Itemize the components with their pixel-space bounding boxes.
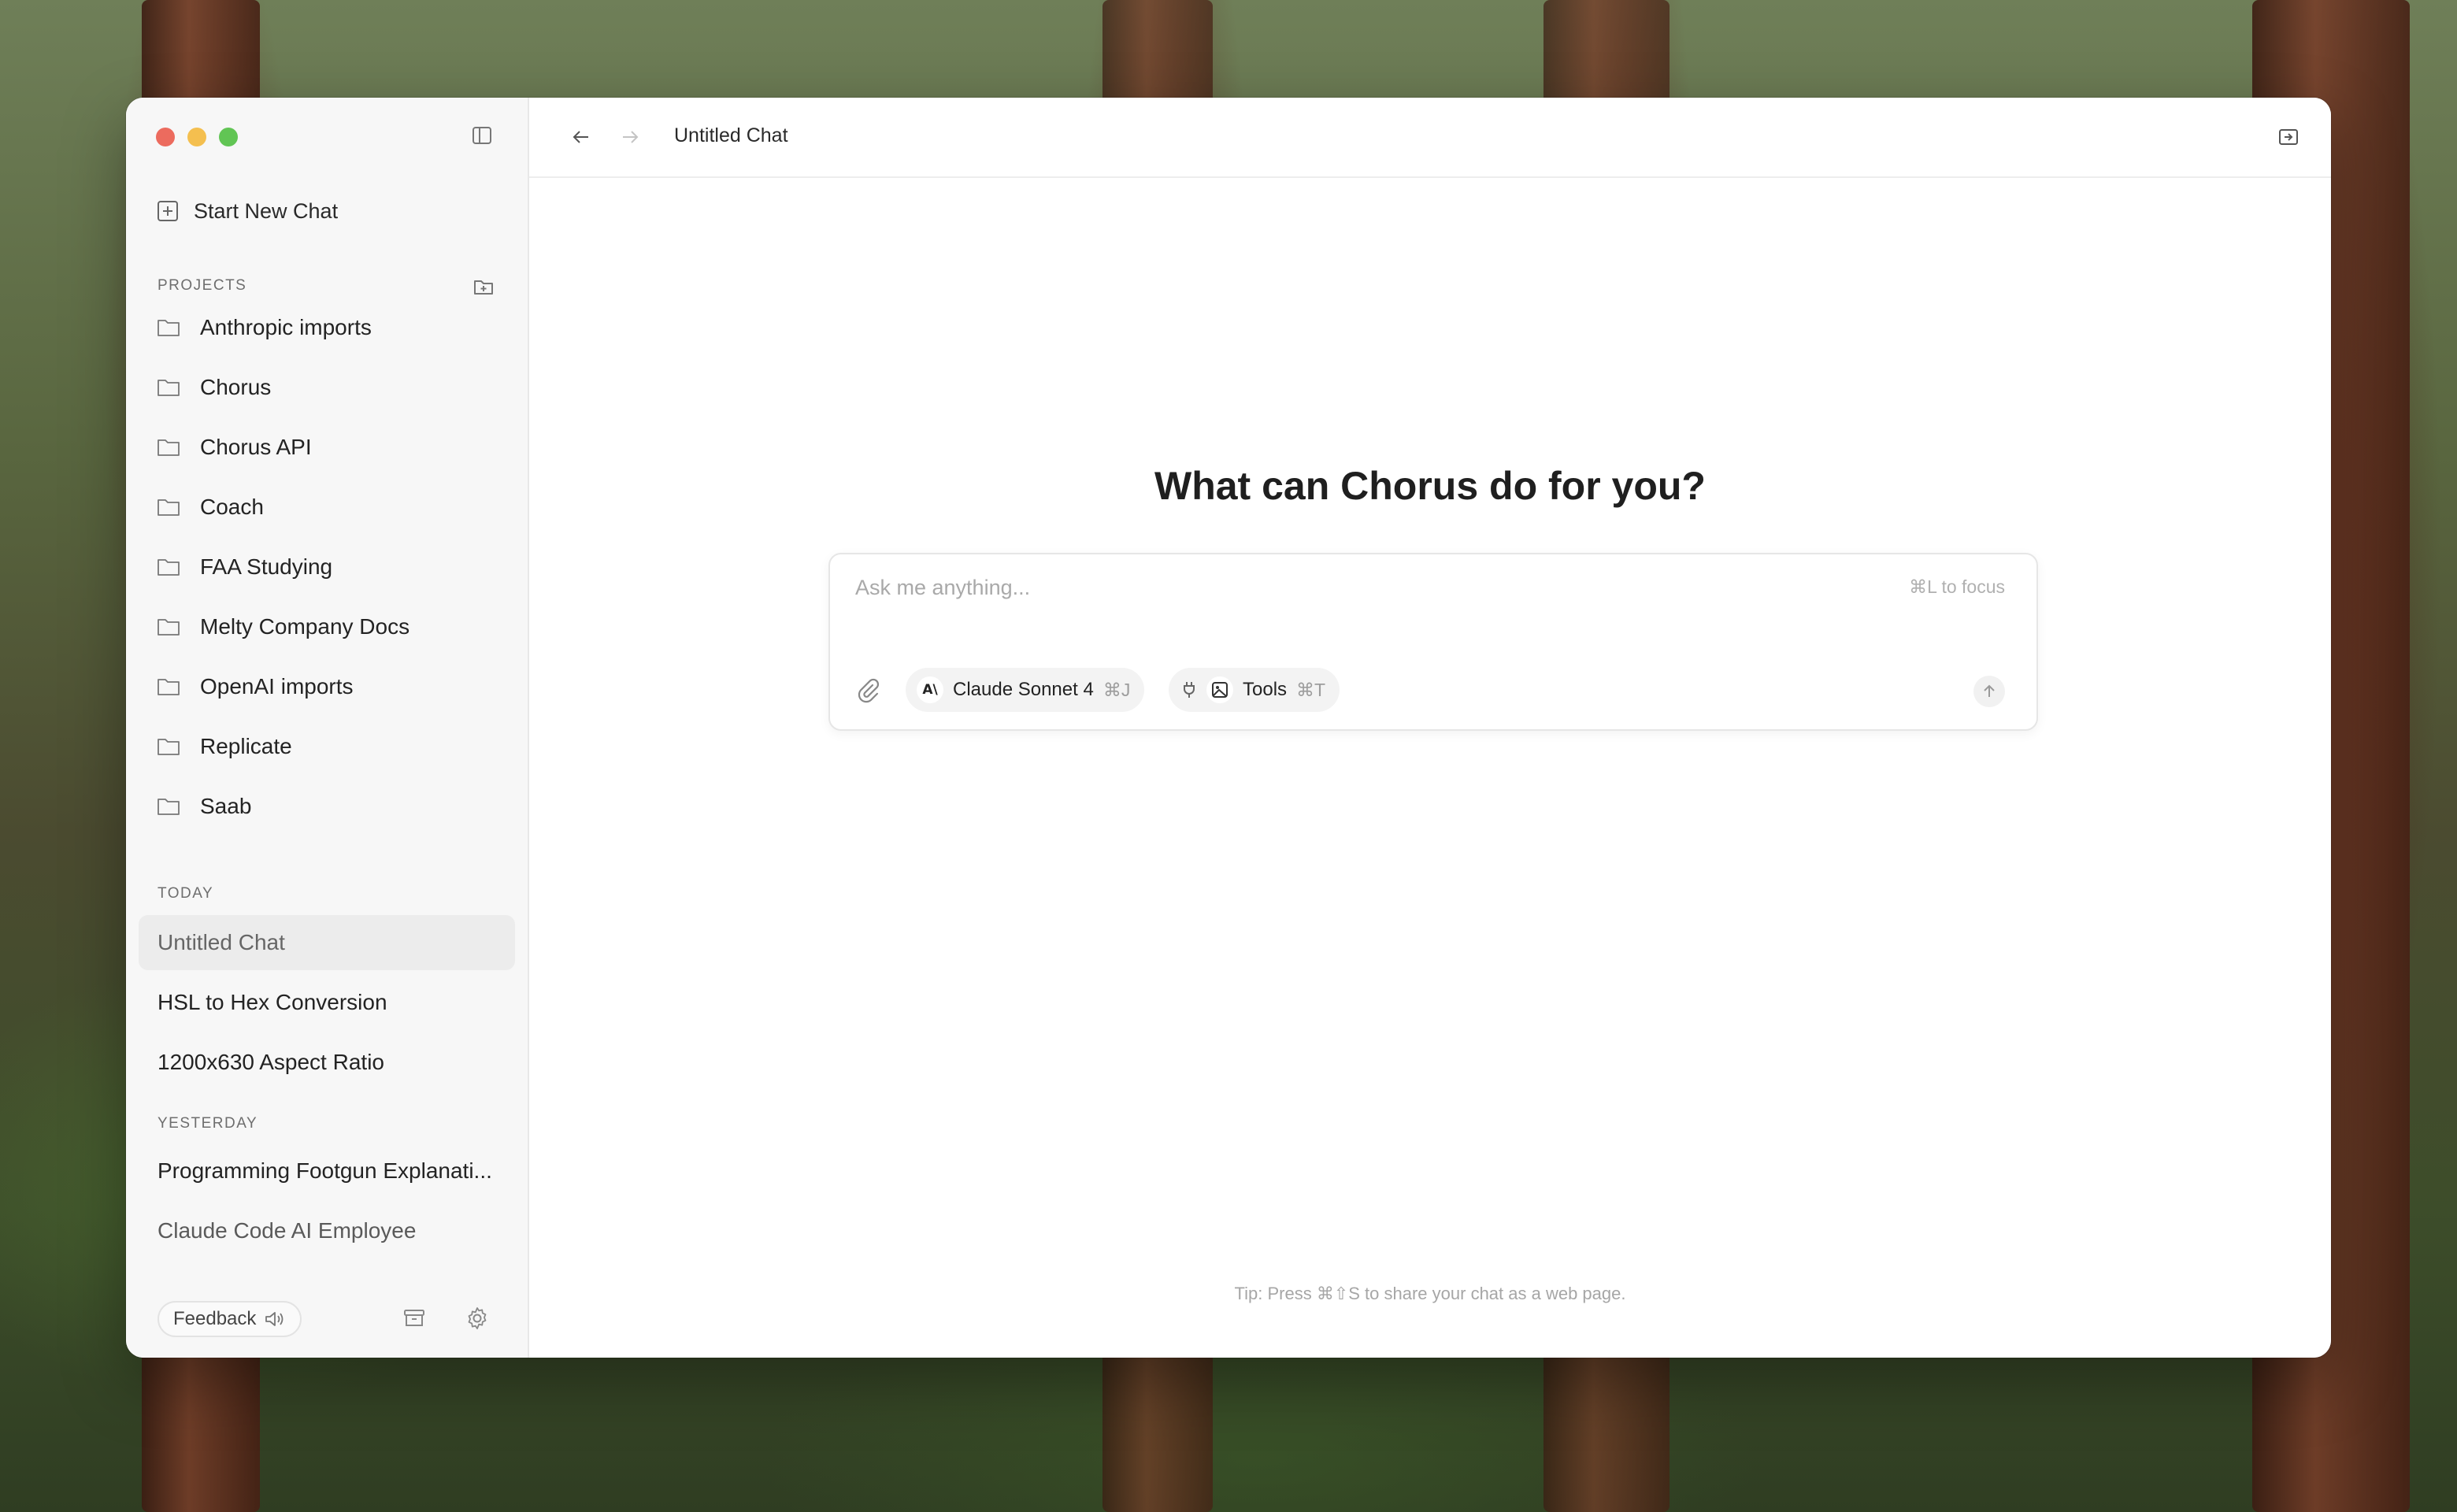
chat-item-hsl-to-hex[interactable]: HSL to Hex Conversion [139, 975, 515, 1030]
chat-item-claude-code-employee[interactable]: Claude Code AI Employee [139, 1203, 515, 1258]
project-label: Replicate [200, 734, 292, 758]
project-label: Anthropic imports [200, 315, 372, 339]
project-item[interactable]: Chorus API [156, 425, 495, 469]
chat-title: Untitled Chat [674, 124, 788, 146]
gear-icon[interactable] [465, 1306, 490, 1331]
folder-icon [158, 799, 180, 815]
tools-label: Tools [1243, 679, 1288, 700]
chat-item-label: Claude Code AI Employee [158, 1218, 417, 1243]
folder-icon [158, 380, 180, 396]
speaker-icon [265, 1312, 284, 1326]
sidebar-toggle-icon[interactable] [471, 124, 493, 146]
project-item[interactable]: FAA Studying [156, 545, 495, 589]
project-label: Chorus API [200, 435, 312, 459]
model-shortcut: ⌘J [1102, 679, 1131, 700]
folder-icon [158, 439, 180, 456]
chat-item-label: Programming Footgun Explanati... [158, 1158, 492, 1183]
project-label: FAA Studying [200, 554, 333, 579]
minimize-window-button[interactable] [187, 128, 206, 146]
plug-icon [1184, 682, 1195, 698]
focus-shortcut-hint: ⌘L to focus [1909, 576, 2005, 597]
tools-button[interactable]: Tools ⌘T [1169, 668, 1340, 712]
start-new-chat-label: Start New Chat [194, 198, 339, 223]
project-item[interactable]: Saab [156, 784, 495, 828]
folder-icon [158, 499, 180, 516]
yesterday-heading: YESTERDAY [158, 1115, 258, 1132]
message-composer: ⌘L to focus A\ Claude Sonnet 4 ⌘J [828, 553, 2038, 731]
app-window: Start New Chat PROJECTS Anthropic import… [126, 98, 2331, 1358]
chat-item-aspect-ratio[interactable]: 1200x630 Aspect Ratio [139, 1035, 515, 1090]
folder-icon [158, 320, 180, 336]
project-item[interactable]: Replicate [156, 724, 495, 769]
model-label: Claude Sonnet 4 [953, 679, 1094, 700]
chat-item-untitled-chat[interactable]: Untitled Chat [139, 915, 515, 970]
sidebar: Start New Chat PROJECTS Anthropic import… [126, 98, 529, 1358]
today-heading: TODAY [158, 885, 214, 902]
folder-plus-icon[interactable] [472, 276, 495, 298]
folder-icon [158, 679, 180, 695]
close-window-button[interactable] [156, 128, 175, 146]
arrow-left-icon[interactable] [570, 126, 592, 148]
chat-item-label: HSL to Hex Conversion [158, 990, 387, 1014]
project-item[interactable]: OpenAI imports [156, 665, 495, 709]
top-bar: Untitled Chat [529, 98, 2331, 178]
project-label: OpenAI imports [200, 674, 354, 699]
project-item[interactable]: Coach [156, 485, 495, 529]
archive-icon[interactable] [402, 1306, 427, 1331]
folder-icon [158, 559, 180, 576]
paperclip-icon[interactable] [854, 676, 882, 704]
model-selector-button[interactable]: A\ Claude Sonnet 4 ⌘J [906, 668, 1145, 712]
message-input[interactable] [854, 575, 1881, 601]
feedback-button[interactable]: Feedback [158, 1301, 302, 1337]
project-item[interactable]: Melty Company Docs [156, 605, 495, 649]
project-label: Melty Company Docs [200, 614, 410, 639]
projects-heading: PROJECTS [158, 277, 247, 294]
arrow-up-icon [1984, 684, 1995, 697]
project-label: Saab [200, 794, 252, 818]
arrow-right-icon[interactable] [619, 126, 641, 148]
tools-shortcut: ⌘T [1296, 679, 1326, 700]
folder-icon [158, 739, 180, 755]
chat-item-programming-footgun[interactable]: Programming Footgun Explanati... [139, 1143, 515, 1199]
project-item[interactable]: Chorus [156, 365, 495, 410]
chat-item-label: Untitled Chat [158, 930, 285, 954]
anthropic-logo-icon: A\ [917, 676, 943, 703]
chat-item-label: 1200x630 Aspect Ratio [158, 1050, 384, 1074]
share-tip: Tip: Press ⌘⇧S to share your chat as a w… [1234, 1284, 1626, 1303]
plus-square-icon [158, 201, 178, 221]
main-panel: Untitled Chat What can Chorus do for you… [529, 98, 2331, 1358]
project-label: Chorus [200, 375, 272, 399]
project-item[interactable]: Anthropic imports [156, 306, 495, 350]
zoom-window-button[interactable] [219, 128, 238, 146]
feedback-label: Feedback [173, 1308, 257, 1329]
image-icon [1206, 676, 1233, 703]
project-label: Coach [200, 495, 264, 519]
welcome-headline: What can Chorus do for you? [1154, 464, 1706, 508]
share-icon[interactable] [2276, 124, 2301, 150]
start-new-chat-button[interactable]: Start New Chat [156, 194, 338, 228]
folder-icon [158, 619, 180, 636]
send-button[interactable] [1973, 676, 2005, 707]
